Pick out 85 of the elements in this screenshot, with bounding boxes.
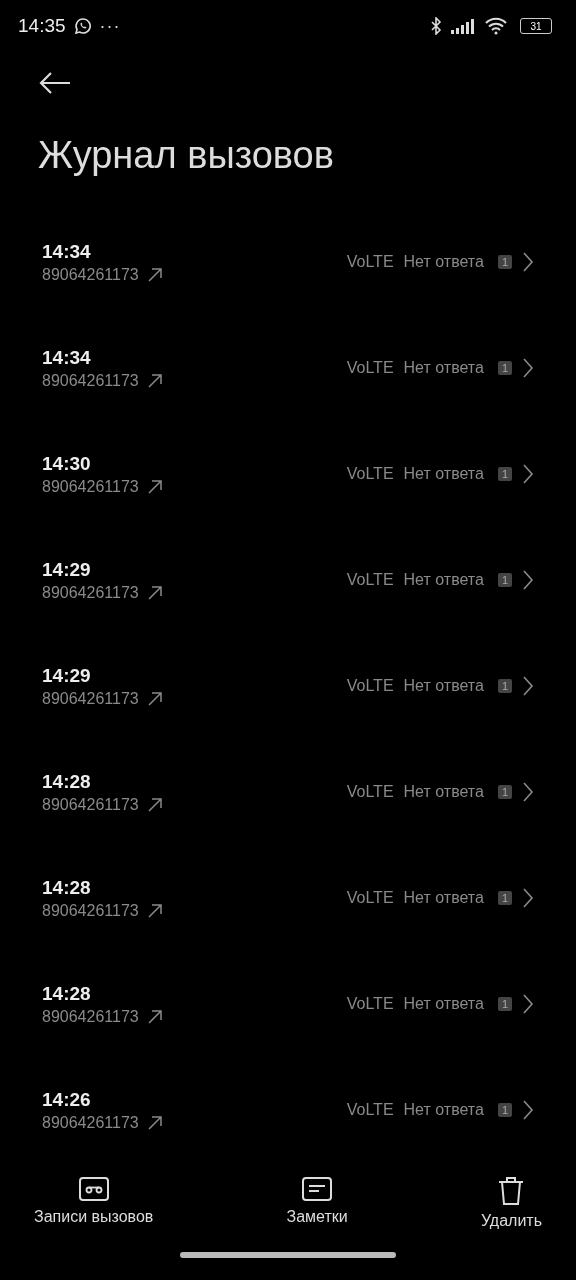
call-status: Нет ответа bbox=[403, 995, 484, 1013]
call-time: 14:29 bbox=[42, 558, 92, 581]
call-status: Нет ответа bbox=[403, 359, 484, 377]
call-status: Нет ответа bbox=[403, 1101, 484, 1119]
call-time: 14:29 bbox=[42, 664, 92, 687]
sim-badge: 1 bbox=[497, 1103, 512, 1117]
chevron-right-icon bbox=[522, 675, 534, 697]
sim-badge: 1 bbox=[497, 255, 512, 269]
notes-button[interactable]: Заметки bbox=[282, 1176, 352, 1230]
signal-icon bbox=[450, 18, 476, 34]
phone-number: 89064261173 bbox=[42, 689, 139, 708]
chevron-right-icon bbox=[522, 463, 534, 485]
network-type: VoLTE bbox=[346, 571, 394, 589]
outgoing-call-icon bbox=[146, 1008, 163, 1025]
call-status: Нет ответа bbox=[403, 783, 484, 801]
call-log-entry[interactable]: 14:34 89064261173 VoLTE Нет ответа 1 bbox=[0, 209, 576, 315]
phone-number: 89064261173 bbox=[42, 371, 139, 390]
chevron-right-icon bbox=[522, 1099, 534, 1121]
bluetooth-icon bbox=[430, 17, 442, 35]
chevron-right-icon bbox=[522, 781, 534, 803]
call-time: 14:34 bbox=[42, 346, 92, 369]
sim-badge: 1 bbox=[497, 997, 512, 1011]
call-log-entry[interactable]: 14:28 89064261173 VoLTE Нет ответа 1 bbox=[0, 739, 576, 845]
network-type: VoLTE bbox=[346, 783, 394, 801]
more-notifications: ··· bbox=[99, 15, 121, 37]
clock: 14:35 bbox=[18, 15, 66, 37]
network-type: VoLTE bbox=[346, 359, 394, 377]
outgoing-call-icon bbox=[146, 478, 163, 495]
network-type: VoLTE bbox=[346, 995, 394, 1013]
chat-icon bbox=[73, 17, 92, 35]
network-type: VoLTE bbox=[346, 677, 394, 695]
phone-number: 89064261173 bbox=[42, 1113, 139, 1132]
network-type: VoLTE bbox=[346, 253, 394, 271]
call-status: Нет ответа bbox=[403, 677, 484, 695]
wifi-icon bbox=[484, 17, 508, 35]
outgoing-call-icon bbox=[146, 690, 163, 707]
note-icon bbox=[301, 1176, 334, 1202]
sim-badge: 1 bbox=[497, 891, 512, 905]
phone-number: 89064261173 bbox=[42, 795, 139, 814]
phone-number: 89064261173 bbox=[42, 583, 139, 602]
call-status: Нет ответа bbox=[403, 571, 484, 589]
sim-badge: 1 bbox=[497, 361, 512, 375]
cassette-icon bbox=[77, 1176, 110, 1202]
sim-badge: 1 bbox=[497, 785, 512, 799]
battery-indicator: 31 bbox=[520, 18, 552, 34]
phone-number: 89064261173 bbox=[42, 477, 139, 496]
call-log-entry[interactable]: 14:29 89064261173 VoLTE Нет ответа 1 bbox=[0, 527, 576, 633]
call-log-entry[interactable]: 14:34 89064261173 VoLTE Нет ответа 1 bbox=[0, 315, 576, 421]
call-time: 14:28 bbox=[42, 982, 92, 1005]
outgoing-call-icon bbox=[146, 372, 163, 389]
delete-button[interactable]: Удалить bbox=[476, 1176, 546, 1230]
call-status: Нет ответа bbox=[403, 465, 484, 483]
sim-badge: 1 bbox=[497, 679, 512, 693]
call-time: 14:34 bbox=[42, 240, 92, 263]
call-log-entry[interactable]: 14:29 89064261173 VoLTE Нет ответа 1 bbox=[0, 633, 576, 739]
call-time: 14:30 bbox=[42, 452, 92, 475]
call-time: 14:26 bbox=[42, 1088, 92, 1111]
call-status: Нет ответа bbox=[403, 253, 484, 271]
sim-badge: 1 bbox=[497, 467, 512, 481]
sim-badge: 1 bbox=[497, 573, 512, 587]
chevron-right-icon bbox=[522, 357, 534, 379]
outgoing-call-icon bbox=[146, 902, 163, 919]
outgoing-call-icon bbox=[146, 584, 163, 601]
call-log-entry[interactable]: 14:28 89064261173 VoLTE Нет ответа 1 bbox=[0, 951, 576, 1057]
outgoing-call-icon bbox=[146, 1114, 163, 1131]
chevron-right-icon bbox=[522, 251, 534, 273]
call-log-entry[interactable]: 14:30 89064261173 VoLTE Нет ответа 1 bbox=[0, 421, 576, 527]
call-log-entry[interactable]: 14:26 89064261173 VoLTE Нет ответа 1 bbox=[0, 1057, 576, 1163]
call-status: Нет ответа bbox=[403, 889, 484, 907]
phone-number: 89064261173 bbox=[42, 265, 139, 284]
call-log-entry[interactable]: 14:28 89064261173 VoLTE Нет ответа 1 bbox=[0, 845, 576, 951]
network-type: VoLTE bbox=[346, 465, 394, 483]
chevron-right-icon bbox=[522, 887, 534, 909]
page-title: Журнал вызовов bbox=[38, 133, 335, 178]
outgoing-call-icon bbox=[146, 796, 163, 813]
call-time: 14:28 bbox=[42, 770, 92, 793]
recordings-button[interactable]: Записи вызовов bbox=[30, 1176, 158, 1230]
chevron-right-icon bbox=[522, 993, 534, 1015]
outgoing-call-icon bbox=[146, 266, 163, 283]
chevron-right-icon bbox=[522, 569, 534, 591]
call-time: 14:28 bbox=[42, 876, 92, 899]
phone-number: 89064261173 bbox=[42, 901, 139, 920]
network-type: VoLTE bbox=[346, 1101, 394, 1119]
network-type: VoLTE bbox=[346, 889, 394, 907]
phone-number: 89064261173 bbox=[42, 1007, 139, 1026]
